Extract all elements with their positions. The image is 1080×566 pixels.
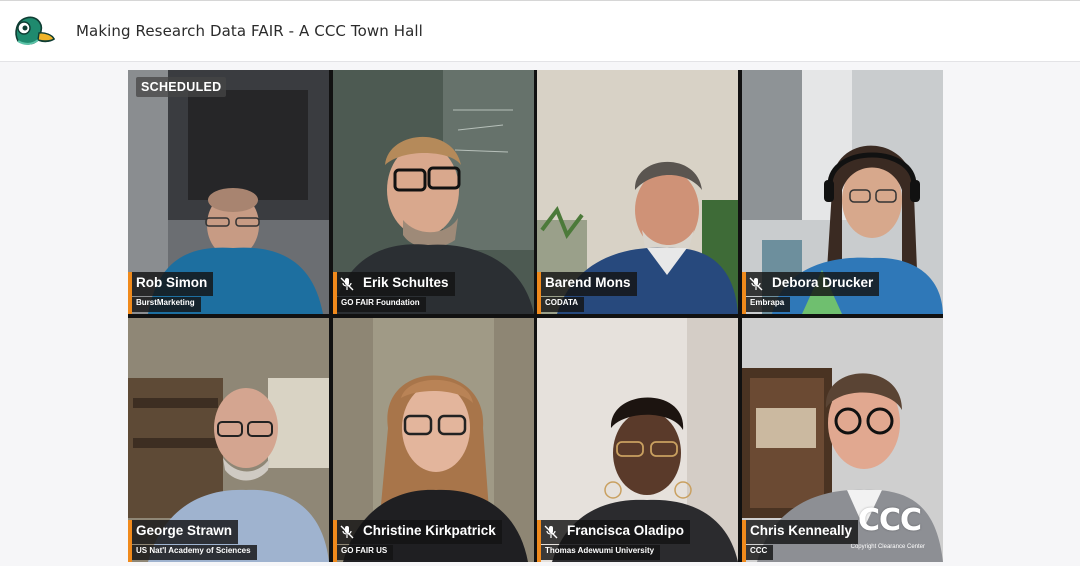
brand-watermark: CCC (857, 503, 922, 538)
video-tile[interactable]: Francisca Oladipo Thomas Adewumi Univers… (537, 318, 738, 562)
participant-name: Erik Schultes (337, 272, 455, 296)
participant-org: US Nat'l Academy of Sciences (132, 545, 257, 560)
participant-org: Embrapa (746, 297, 791, 312)
video-tile[interactable]: George Strawn US Nat'l Academy of Scienc… (128, 318, 329, 562)
participant-org: GO FAIR US (337, 545, 394, 560)
participant-org: CODATA (541, 297, 585, 312)
video-tile[interactable]: Debora Drucker Embrapa (742, 70, 943, 314)
top-bar: Making Research Data FAIR - A CCC Town H… (0, 0, 1080, 62)
mic-muted-icon (340, 525, 354, 539)
mic-muted-icon (340, 277, 354, 291)
video-grid: SCHEDULED Rob Simon BurstMarketing Erik … (128, 70, 943, 562)
participant-name: Francisca Oladipo (541, 520, 691, 544)
participant-org: GO FAIR Foundation (337, 297, 426, 312)
video-tile[interactable]: Barend Mons CODATA (537, 70, 738, 314)
participant-name: Rob Simon (132, 272, 214, 296)
duck-logo-icon[interactable] (10, 11, 56, 53)
participant-name: Barend Mons (541, 272, 637, 296)
participant-org: BurstMarketing (132, 297, 201, 312)
page-title: Making Research Data FAIR - A CCC Town H… (76, 22, 423, 40)
participant-org: Thomas Adewumi University (541, 545, 661, 560)
participant-name: Chris Kenneally (746, 520, 859, 544)
video-tile[interactable]: Christine Kirkpatrick GO FAIR US (333, 318, 534, 562)
mic-muted-icon (544, 525, 558, 539)
participant-name: Christine Kirkpatrick (337, 520, 502, 544)
status-badge: SCHEDULED (136, 77, 227, 97)
participant-name: George Strawn (132, 520, 239, 544)
brand-watermark-text: Copyright Clearance Center (850, 544, 925, 550)
video-tile[interactable]: Erik Schultes GO FAIR Foundation (333, 70, 534, 314)
mic-muted-icon (749, 277, 763, 291)
video-tile[interactable]: CCC Copyright Clearance Center Chris Ken… (742, 318, 943, 562)
video-tile[interactable]: SCHEDULED Rob Simon BurstMarketing (128, 70, 329, 314)
participant-org: CCC (746, 545, 774, 560)
participant-name: Debora Drucker (746, 272, 880, 296)
